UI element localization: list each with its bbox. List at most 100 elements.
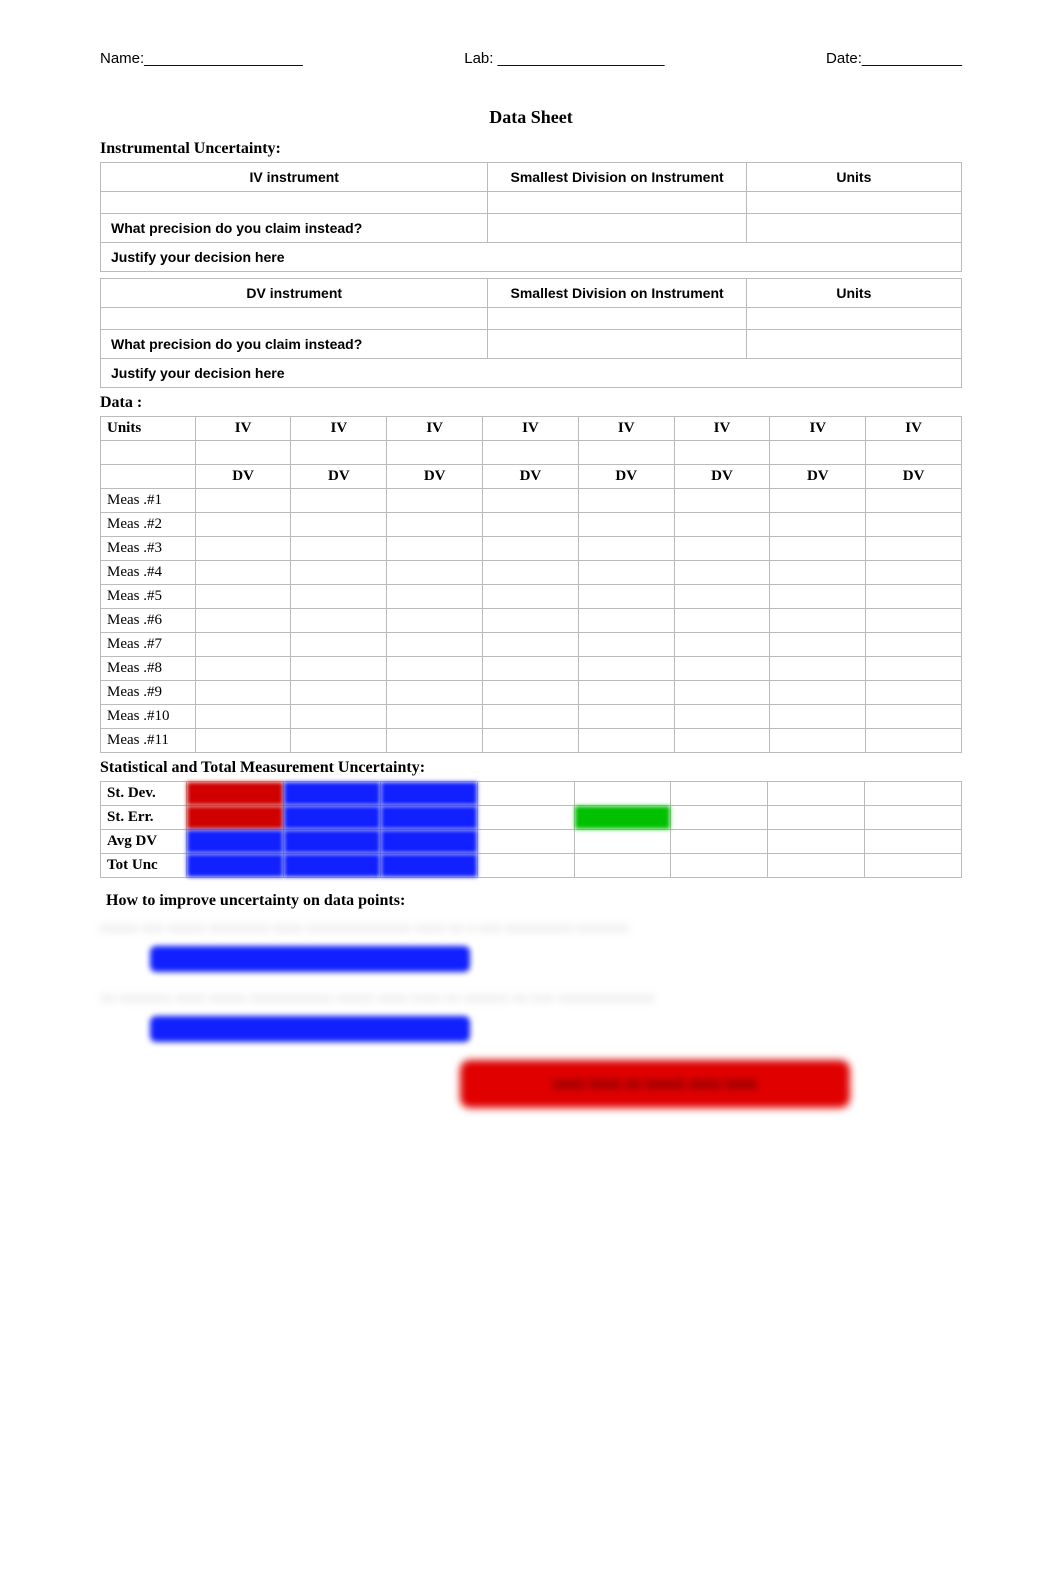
data-cell[interactable]	[674, 537, 770, 561]
data-cell[interactable]	[195, 489, 291, 513]
dv-units-input[interactable]	[746, 308, 961, 330]
data-cell[interactable]	[866, 609, 962, 633]
data-cell[interactable]	[387, 657, 483, 681]
data-cell[interactable]	[866, 489, 962, 513]
data-cell[interactable]	[195, 729, 291, 753]
data-cell[interactable]	[578, 537, 674, 561]
data-cell[interactable]	[770, 561, 866, 585]
data-cell[interactable]	[195, 513, 291, 537]
name-field-label[interactable]: Name:___________________	[100, 50, 303, 67]
data-cell[interactable]	[387, 489, 483, 513]
data-cell[interactable]	[291, 729, 387, 753]
data-cell[interactable]	[291, 561, 387, 585]
data-cell[interactable]	[866, 561, 962, 585]
data-cell[interactable]	[578, 633, 674, 657]
data-cell[interactable]	[866, 681, 962, 705]
data-cell[interactable]	[578, 729, 674, 753]
data-cell[interactable]	[387, 729, 483, 753]
iv-precision-units-input[interactable]	[746, 214, 961, 243]
data-cell[interactable]	[674, 705, 770, 729]
data-cell[interactable]	[483, 681, 579, 705]
data-cell[interactable]	[578, 681, 674, 705]
data-cell[interactable]	[674, 489, 770, 513]
lab-field-label[interactable]: Lab: ____________________	[464, 50, 664, 67]
data-cell[interactable]	[291, 657, 387, 681]
data-cell[interactable]	[387, 513, 483, 537]
data-cell[interactable]	[195, 609, 291, 633]
data-cell[interactable]	[866, 705, 962, 729]
data-cell[interactable]	[866, 633, 962, 657]
data-cell[interactable]	[866, 537, 962, 561]
data-cell[interactable]	[866, 585, 962, 609]
data-cell[interactable]	[674, 657, 770, 681]
data-cell[interactable]	[387, 561, 483, 585]
dv-smallest-div-input[interactable]	[488, 308, 746, 330]
iv-precision-input[interactable]	[488, 214, 746, 243]
data-cell[interactable]	[866, 729, 962, 753]
data-cell[interactable]	[387, 537, 483, 561]
data-cell[interactable]	[195, 657, 291, 681]
data-cell[interactable]	[483, 561, 579, 585]
iv-instrument-input[interactable]	[101, 192, 488, 214]
data-cell[interactable]	[291, 537, 387, 561]
data-cell[interactable]	[578, 489, 674, 513]
data-cell[interactable]	[195, 561, 291, 585]
data-cell[interactable]	[578, 705, 674, 729]
data-cell[interactable]	[483, 489, 579, 513]
data-cell[interactable]	[291, 513, 387, 537]
data-cell[interactable]	[387, 705, 483, 729]
data-cell[interactable]	[291, 609, 387, 633]
data-cell[interactable]	[195, 705, 291, 729]
date-field-label[interactable]: Date:____________	[826, 50, 962, 67]
data-cell[interactable]	[483, 609, 579, 633]
data-cell[interactable]	[674, 561, 770, 585]
data-cell[interactable]	[674, 633, 770, 657]
data-cell[interactable]	[770, 633, 866, 657]
data-cell[interactable]	[483, 705, 579, 729]
data-cell[interactable]	[866, 657, 962, 681]
data-cell[interactable]	[483, 657, 579, 681]
data-cell[interactable]	[674, 729, 770, 753]
data-cell[interactable]	[387, 633, 483, 657]
data-cell[interactable]	[770, 705, 866, 729]
data-cell[interactable]	[387, 609, 483, 633]
data-cell[interactable]	[770, 513, 866, 537]
data-cell[interactable]	[578, 513, 674, 537]
data-cell[interactable]	[674, 681, 770, 705]
data-cell[interactable]	[483, 537, 579, 561]
dv-precision-units-input[interactable]	[746, 330, 961, 359]
data-cell[interactable]	[674, 585, 770, 609]
dv-precision-input[interactable]	[488, 330, 746, 359]
data-cell[interactable]	[291, 705, 387, 729]
data-cell[interactable]	[483, 513, 579, 537]
data-cell[interactable]	[866, 513, 962, 537]
unlock-button[interactable]: xxxx xxxx xx xxxxx xxxx xxxx	[460, 1060, 850, 1108]
data-cell[interactable]	[195, 681, 291, 705]
data-cell[interactable]	[578, 657, 674, 681]
data-cell[interactable]	[578, 585, 674, 609]
data-cell[interactable]	[578, 561, 674, 585]
iv-smallest-div-input[interactable]	[488, 192, 746, 214]
data-cell[interactable]	[291, 633, 387, 657]
data-cell[interactable]	[770, 609, 866, 633]
data-cell[interactable]	[674, 609, 770, 633]
data-cell[interactable]	[195, 537, 291, 561]
data-cell[interactable]	[195, 633, 291, 657]
data-cell[interactable]	[770, 729, 866, 753]
data-cell[interactable]	[483, 729, 579, 753]
dv-instrument-input[interactable]	[101, 308, 488, 330]
data-cell[interactable]	[387, 681, 483, 705]
data-cell[interactable]	[578, 609, 674, 633]
data-cell[interactable]	[195, 585, 291, 609]
data-cell[interactable]	[387, 585, 483, 609]
data-cell[interactable]	[291, 585, 387, 609]
iv-units-input[interactable]	[746, 192, 961, 214]
data-cell[interactable]	[770, 657, 866, 681]
data-cell[interactable]	[770, 681, 866, 705]
data-cell[interactable]	[770, 537, 866, 561]
data-cell[interactable]	[291, 681, 387, 705]
data-cell[interactable]	[674, 513, 770, 537]
data-cell[interactable]	[770, 489, 866, 513]
data-cell[interactable]	[483, 633, 579, 657]
data-cell[interactable]	[770, 585, 866, 609]
